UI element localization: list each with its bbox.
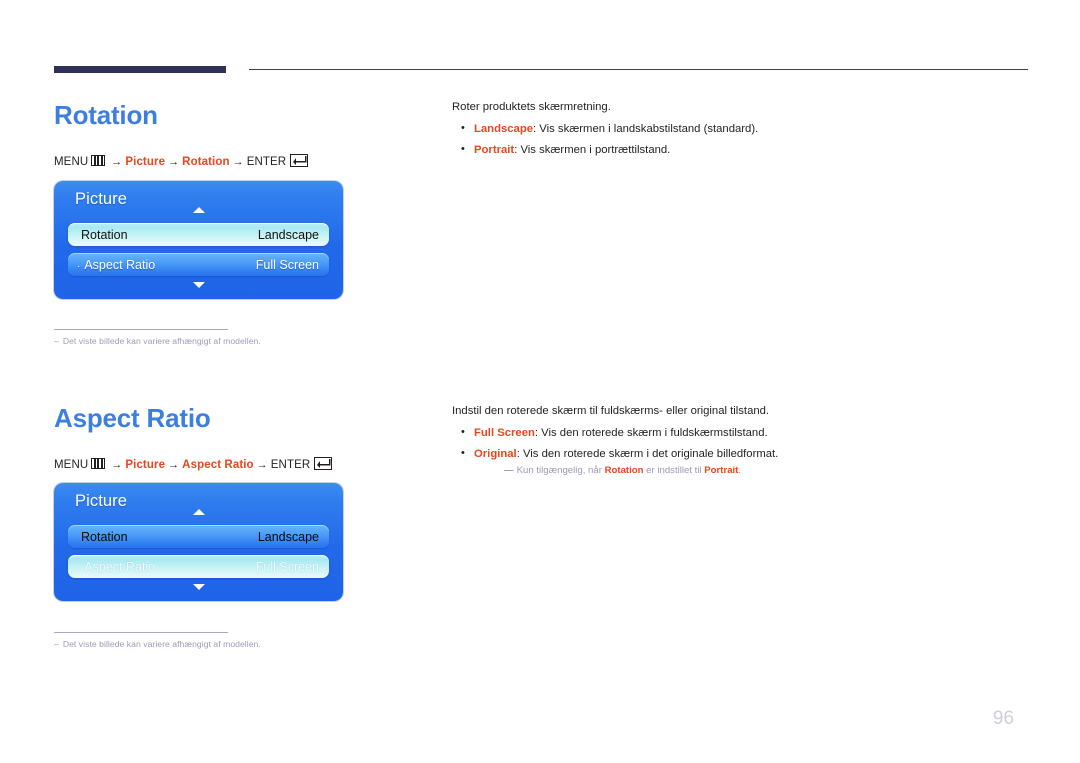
bullet-glyph: • [461, 446, 465, 459]
enter-label: ENTER [270, 459, 311, 471]
menu-bars-icon [91, 458, 106, 469]
subnote-dash: — [504, 465, 514, 477]
term-description: : Vis skærmen i portrættilstand. [514, 143, 671, 156]
subnote-term-rotation: Rotation [604, 465, 644, 477]
subnote-term-portrait: Portrait [704, 465, 739, 477]
body-aspect-ratio: Indstil den roterede skærm til fuldskærm… [452, 403, 1012, 482]
osd-row-aspect-ratio[interactable]: · Aspect Ratio Full Screen [68, 253, 329, 276]
footnote-dash: – [54, 639, 59, 649]
osd-row-dot: · [77, 562, 81, 574]
osd-row-label: · Aspect Ratio [77, 559, 156, 574]
page-number: 96 [992, 708, 1014, 729]
subnote-post: . [738, 465, 742, 477]
footnote-text: Det viste billede kan variere afhængigt … [62, 336, 261, 346]
footnote-text: Det viste billede kan variere afhængigt … [62, 639, 261, 649]
osd-menu-aspect-ratio: Picture Rotation Landscape · Aspect Ratio… [54, 483, 343, 601]
manual-page: Rotation MENU → Picture → Rotation → ENTER Pic… [0, 0, 1080, 763]
bullet-glyph: • [461, 142, 465, 155]
term-landscape: Landscape [474, 123, 534, 136]
osd-menu-rotation: Picture Rotation Landscape · Aspect Ratio… [54, 181, 343, 299]
path-arrow-2: → [168, 156, 180, 168]
menu-path-aspect-ratio: MENU → Picture → Aspect Ratio → ENTER [54, 457, 333, 471]
menu-bars-icon [91, 155, 106, 166]
osd-row-label: Rotation [81, 227, 128, 242]
bullet-list-aspect-ratio: • Full Screen: Vis den roterede skærm i … [452, 425, 1012, 478]
term-original: Original [474, 447, 517, 460]
osd-row-label: · Aspect Ratio [77, 257, 156, 272]
enter-key-icon [314, 457, 333, 470]
footnote-rule [54, 329, 228, 330]
path-arrow-1: → [111, 459, 123, 471]
list-item: • Landscape: Vis skærmen i landskabstils… [452, 121, 1012, 137]
osd-row-value: Landscape [257, 227, 319, 242]
path-arrow-3: → [232, 156, 244, 168]
list-item: • Portrait: Vis skærmen i portrættilstan… [452, 142, 1012, 158]
menu-label: MENU [54, 459, 89, 471]
osd-row-value: Landscape [257, 529, 319, 544]
osd-title: Picture [75, 190, 128, 208]
header-rule-thin [249, 69, 1028, 70]
enter-label: ENTER [246, 156, 287, 168]
bullet-list-rotation: • Landscape: Vis skærmen i landskabstils… [452, 121, 1012, 158]
path-step-aspect-ratio: Aspect Ratio [182, 459, 254, 471]
bullet-glyph: • [461, 426, 465, 439]
osd-row-aspect-ratio[interactable]: · Aspect Ratio Full Screen [68, 555, 329, 578]
osd-row-rotation[interactable]: Rotation Landscape [68, 525, 329, 548]
body-intro: Roter produktets skærmretning. [452, 101, 611, 113]
header-rule-thick [54, 66, 226, 73]
subnote-pre: Kun tilgængelig, når [516, 465, 605, 477]
menu-path-rotation: MENU → Picture → Rotation → ENTER [54, 154, 309, 168]
osd-row-value: Full Screen [255, 559, 319, 574]
osd-row-value: Full Screen [255, 257, 319, 272]
section-heading-rotation: Rotation [54, 100, 158, 130]
section-heading-aspect-ratio: Aspect Ratio [54, 403, 211, 433]
osd-title: Picture [75, 492, 128, 510]
subnote-availability: — Kun tilgængelig, når Rotation er indsti… [504, 464, 1012, 478]
path-arrow-1: → [111, 156, 123, 168]
term-portrait: Portrait [474, 143, 515, 156]
osd-row-rotation[interactable]: Rotation Landscape [68, 223, 329, 246]
term-description: : Vis den roterede skærm i fuldskærmstil… [534, 427, 768, 440]
osd-row-dot: · [77, 260, 81, 272]
chevron-down-icon[interactable] [192, 282, 205, 288]
path-step-rotation: Rotation [182, 156, 230, 168]
list-item: • Full Screen: Vis den roterede skærm i … [452, 425, 1012, 441]
path-arrow-3: → [256, 459, 268, 471]
chevron-up-icon[interactable] [192, 207, 205, 213]
chevron-up-icon[interactable] [192, 509, 205, 515]
path-step-picture: Picture [125, 459, 166, 471]
path-arrow-2: → [168, 459, 180, 471]
footnote-rotation: – Det viste billede kan variere afhængigt… [54, 336, 261, 346]
subnote-mid: er indstillet til [643, 465, 705, 477]
list-item: • Original: Vis den roterede skærm i det… [452, 446, 1012, 478]
footnote-aspect-ratio: – Det viste billede kan variere afhængigt… [54, 639, 261, 649]
term-full-screen: Full Screen [474, 427, 535, 440]
footnote-rule [54, 632, 228, 633]
bullet-glyph: • [461, 122, 465, 135]
body-intro: Indstil den roterede skærm til fuldskærm… [452, 405, 770, 417]
body-rotation: Roter produktets skærmretning. • Landsca… [452, 99, 1012, 162]
osd-row-label: Rotation [81, 529, 128, 544]
enter-key-icon [290, 154, 309, 167]
term-description: : Vis den roterede skærm i det originale… [516, 447, 779, 460]
path-step-picture: Picture [125, 156, 166, 168]
term-description: : Vis skærmen i landskabstilstand (stand… [533, 123, 759, 136]
footnote-dash: – [54, 336, 59, 346]
chevron-down-icon[interactable] [192, 584, 205, 590]
menu-label: MENU [54, 156, 89, 168]
